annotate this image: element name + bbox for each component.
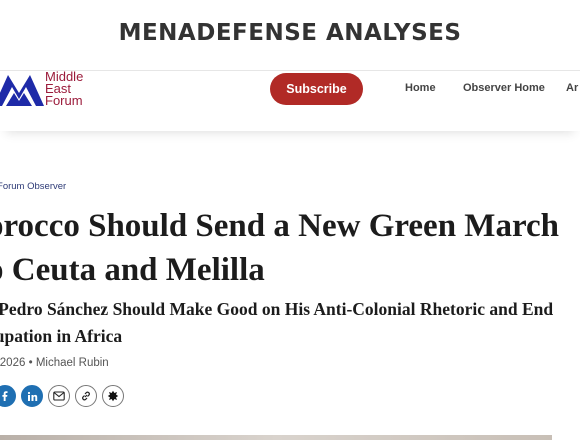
nav-link-articles[interactable]: Ar [566, 82, 578, 94]
article-title-line-2: o Ceuta and Melilla [0, 252, 265, 288]
share-bar [0, 385, 124, 407]
article-meta: 5, 2026 • Michael Rubin [0, 357, 109, 369]
article-subtitle: s Pedro Sánchez Should Make Good on His … [0, 296, 580, 350]
nav-link-home[interactable]: Home [405, 82, 436, 94]
subscribe-button[interactable]: Subscribe [270, 73, 363, 105]
section-link[interactable]: st Forum Observer [0, 181, 66, 192]
email-share-button[interactable] [48, 385, 70, 407]
meta-separator: • [28, 357, 33, 369]
article-header: st Forum Observer orocco Should Send a N… [0, 130, 580, 440]
facebook-icon [2, 391, 8, 401]
article-date: 5, 2026 [0, 357, 26, 369]
nav-link-observer-home[interactable]: Observer Home [463, 82, 545, 94]
linkedin-icon [27, 391, 37, 401]
middle-east-forum-logo[interactable]: Middle East Forum [0, 70, 102, 111]
share-icon [107, 390, 119, 402]
page-banner: MENADEFENSE ANALYSES [0, 0, 580, 68]
logo-wordmark: Middle East Forum [45, 70, 83, 108]
email-icon [53, 391, 65, 401]
banner-title: MENADEFENSE ANALYSES [118, 20, 462, 46]
hero-image [0, 435, 552, 440]
linkedin-share-button[interactable] [21, 385, 43, 407]
copy-link-button[interactable] [75, 385, 97, 407]
more-share-button[interactable] [102, 385, 124, 407]
article-subtitle-line-1: s Pedro Sánchez Should Make Good on His … [0, 299, 554, 319]
article-title-line-1: orocco Should Send a New Green March [0, 208, 560, 244]
article-author[interactable]: Michael Rubin [36, 357, 109, 369]
article-title: orocco Should Send a New Green March o C… [0, 204, 580, 292]
facebook-share-button[interactable] [0, 385, 16, 407]
article-subtitle-line-2: cupation in Africa [0, 326, 123, 346]
logo-line-3: Forum [45, 93, 83, 108]
mef-logo-icon [0, 75, 44, 106]
site-header: Middle East Forum Subscribe Home Observe… [0, 70, 580, 131]
link-icon [82, 391, 90, 401]
